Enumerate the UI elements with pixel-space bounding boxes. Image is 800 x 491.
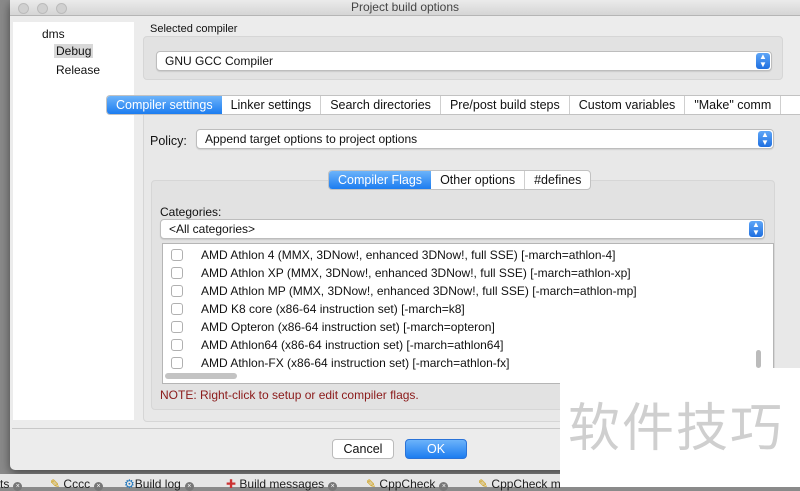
categories-select[interactable]: <All categories> ▲ ▼ — [160, 219, 765, 239]
select-arrows-icon: ▲ ▼ — [749, 221, 763, 237]
policy-value: Append target options to project options — [205, 132, 418, 146]
flag-row[interactable]: AMD Athlon64 (x86-64 instruction set) [-… — [171, 336, 503, 354]
flag-label: AMD Athlon64 (x86-64 instruction set) [-… — [201, 338, 504, 352]
bottom-tab[interactable]: ✚ Build messages × — [226, 477, 341, 491]
bottom-tab[interactable]: ts × — [0, 477, 26, 491]
pencil-icon: ✎ — [478, 477, 489, 491]
tree-item-release[interactable]: Release — [56, 63, 100, 77]
gear-icon: ⚙ — [124, 477, 135, 491]
flag-label: AMD Athlon MP (MMX, 3DNow!, enhanced 3DN… — [201, 284, 637, 298]
pin-icon: ✚ — [226, 477, 237, 491]
tab-search-directories[interactable]: Search directories — [321, 96, 441, 114]
flags-list: AMD Athlon 4 (MMX, 3DNow!, enhanced 3DNo… — [162, 243, 774, 384]
selected-compiler-label: Selected compiler — [150, 23, 238, 35]
watermark-area: 软件技巧 — [560, 368, 800, 487]
flag-label: AMD Athlon-FX (x86-64 instruction set) [… — [201, 356, 510, 370]
flag-row[interactable]: AMD Athlon XP (MMX, 3DNow!, enhanced 3DN… — [171, 264, 631, 282]
minimize-window-button[interactable] — [37, 3, 48, 14]
bottom-tab[interactable]: ✎ CppCheck × — [366, 477, 452, 491]
policy-label: Policy: — [150, 134, 187, 148]
compiler-select[interactable]: GNU GCC Compiler ▲ ▼ — [156, 51, 772, 71]
tree-item-debug[interactable]: Debug — [54, 44, 94, 58]
categories-value: <All categories> — [169, 222, 256, 236]
compiler-group: GNU GCC Compiler ▲ ▼ — [143, 36, 783, 80]
flag-checkbox[interactable] — [171, 356, 183, 369]
tab-compiler-settings[interactable]: Compiler settings — [107, 96, 222, 114]
ok-button[interactable]: OK — [405, 439, 467, 459]
window-title: Project build options — [350, 0, 460, 14]
flag-row[interactable]: AMD Athlon MP (MMX, 3DNow!, enhanced 3DN… — [171, 282, 637, 300]
tab-custom-variables[interactable]: Custom variables — [570, 96, 686, 114]
watermark-text: 软件技巧 — [568, 399, 785, 459]
select-arrows-icon: ▲ ▼ — [758, 131, 772, 147]
note-text: NOTE: Right-click to setup or edit compi… — [160, 388, 419, 402]
flag-checkbox[interactable] — [171, 266, 183, 279]
flag-row[interactable]: AMD K8 core (x86-64 instruction set) [-m… — [171, 300, 465, 318]
close-window-button[interactable] — [18, 3, 29, 14]
flag-checkbox[interactable] — [171, 338, 183, 351]
main-tabs: Compiler settings Linker settings Search… — [106, 95, 800, 115]
tab-linker-settings[interactable]: Linker settings — [222, 96, 322, 114]
flag-checkbox[interactable] — [171, 284, 183, 297]
bottom-tab[interactable]: ⚙Build log × — [124, 477, 198, 491]
flag-checkbox[interactable] — [171, 320, 183, 333]
bottom-tab[interactable]: ✎ CppCheck m — [478, 477, 561, 491]
categories-label: Categories: — [160, 205, 222, 219]
bottom-tab[interactable]: ✎ Cccc × — [50, 477, 107, 491]
flag-label: AMD K8 core (x86-64 instruction set) [-m… — [201, 302, 465, 316]
flag-label: AMD Opteron (x86-64 instruction set) [-m… — [201, 320, 495, 334]
tab-pre-post-build-steps[interactable]: Pre/post build steps — [441, 96, 570, 114]
flag-row[interactable]: AMD Opteron (x86-64 instruction set) [-m… — [171, 318, 495, 336]
flag-checkbox[interactable] — [171, 302, 183, 315]
zoom-window-button[interactable] — [56, 3, 67, 14]
tab-compiler-flags[interactable]: Compiler Flags — [329, 171, 432, 189]
horizontal-scrollbar[interactable] — [165, 373, 237, 379]
policy-select[interactable]: Append target options to project options… — [196, 129, 774, 149]
flag-label: AMD Athlon 4 (MMX, 3DNow!, enhanced 3DNo… — [201, 248, 616, 262]
tab-make-commands[interactable]: "Make" comm — [685, 96, 782, 114]
flag-label: AMD Athlon XP (MMX, 3DNow!, enhanced 3DN… — [201, 266, 631, 280]
tab-defines[interactable]: #defines — [525, 171, 590, 189]
tree-item-root[interactable]: dms — [42, 27, 65, 41]
vertical-scrollbar[interactable] — [756, 350, 761, 368]
compiler-value: GNU GCC Compiler — [165, 54, 274, 68]
flag-checkbox[interactable] — [171, 248, 183, 261]
cancel-button[interactable]: Cancel — [332, 439, 394, 459]
pencil-icon: ✎ — [366, 477, 377, 491]
select-arrows-icon: ▲ ▼ — [756, 53, 770, 69]
flag-row[interactable]: AMD Athlon-FX (x86-64 instruction set) [… — [171, 354, 509, 372]
pencil-icon: ✎ — [50, 477, 61, 491]
flag-row[interactable]: AMD Athlon 4 (MMX, 3DNow!, enhanced 3DNo… — [171, 246, 616, 264]
title-bar: Project build options — [10, 0, 800, 16]
sub-tabs: Compiler Flags Other options #defines — [328, 170, 592, 190]
target-tree: dms Debug Release — [13, 22, 134, 420]
tab-other-options[interactable]: Other options — [431, 171, 526, 189]
